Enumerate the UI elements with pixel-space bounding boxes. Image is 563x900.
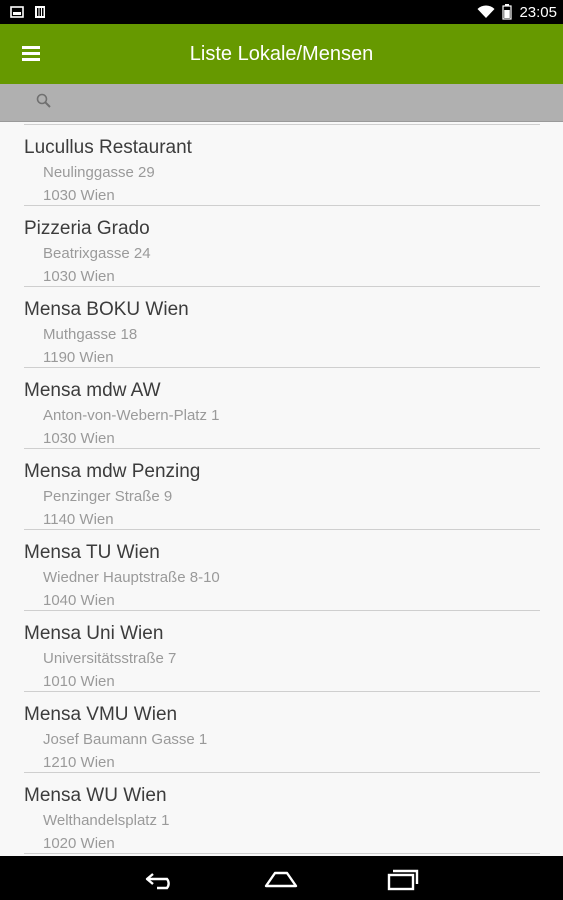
restaurant-name: Pizzeria Grado (24, 218, 150, 239)
list-item[interactable]: Mensa mdw Penzing Penzinger Straße 9 114… (0, 449, 563, 530)
navigation-bar (0, 856, 563, 900)
restaurant-street: Welthandelsplatz 1 (43, 812, 170, 829)
list-container: Lucullus Restaurant Neulinggasse 29 1030… (0, 125, 563, 854)
restaurant-street: Wiedner Hauptstraße 8-10 (43, 569, 220, 586)
restaurant-street: Muthgasse 18 (43, 326, 138, 343)
screenshot-icon (10, 6, 24, 18)
restaurant-list: Lucullus Restaurant Neulinggasse 29 1030… (0, 122, 563, 856)
restaurant-name: Mensa mdw AW (24, 380, 161, 401)
search-bar (0, 84, 563, 122)
restaurant-city: 1210 Wien (43, 754, 115, 771)
restaurant-name: Mensa TU Wien (24, 542, 160, 563)
restaurant-name: Mensa mdw Penzing (24, 461, 201, 482)
restaurant-city: 1010 Wien (43, 673, 115, 690)
list-item[interactable]: Mensa Uni Wien Universitätsstraße 7 1010… (0, 611, 563, 692)
restaurant-name: Mensa BOKU Wien (24, 299, 189, 320)
restaurant-name: Mensa VMU Wien (24, 704, 178, 725)
divider (24, 853, 540, 854)
restaurant-street: Beatrixgasse 24 (43, 245, 151, 262)
restaurant-city: 1030 Wien (43, 430, 115, 447)
restaurant-name: Mensa WU Wien (24, 785, 167, 806)
restaurant-city: 1020 Wien (43, 835, 115, 852)
status-bar: 23:05 (0, 0, 563, 24)
status-time: 23:05 (519, 3, 557, 21)
page-title: Liste Lokale/Mensen (189, 43, 374, 65)
search-input[interactable] (60, 88, 540, 118)
restaurant-city: 1190 Wien (43, 349, 114, 366)
list-item[interactable]: Mensa WU Wien Welthandelsplatz 1 1020 Wi… (0, 773, 563, 854)
wifi-icon (477, 5, 495, 18)
list-item[interactable]: Mensa mdw AW Anton-von-Webern-Platz 1 10… (0, 368, 563, 449)
restaurant-name: Lucullus Restaurant (24, 137, 192, 158)
restaurant-city: 1030 Wien (43, 268, 115, 285)
sim-card-icon (35, 6, 45, 18)
restaurant-street: Neulinggasse 29 (43, 164, 155, 181)
home-icon[interactable] (263, 866, 299, 892)
back-icon[interactable] (143, 866, 179, 892)
list-item[interactable]: Pizzeria Grado Beatrixgasse 24 1030 Wien (0, 206, 563, 287)
list-item[interactable]: Mensa VMU Wien Josef Baumann Gasse 1 121… (0, 692, 563, 773)
restaurant-street: Josef Baumann Gasse 1 (43, 731, 208, 748)
recent-apps-icon[interactable] (384, 866, 420, 892)
list-item[interactable]: Mensa BOKU Wien Muthgasse 18 1190 Wien (0, 287, 563, 368)
action-bar: Liste Lokale/Mensen (0, 24, 563, 84)
battery-icon (502, 4, 513, 20)
search-icon (36, 93, 51, 108)
restaurant-street: Penzinger Straße 9 (43, 488, 173, 505)
restaurant-name: Mensa Uni Wien (24, 623, 164, 644)
restaurant-city: 1140 Wien (43, 511, 114, 528)
hamburger-menu-icon[interactable] (22, 44, 46, 64)
restaurant-city: 1030 Wien (43, 187, 115, 204)
restaurant-city: 1040 Wien (43, 592, 115, 609)
list-item[interactable]: Mensa TU Wien Wiedner Hauptstraße 8-10 1… (0, 530, 563, 611)
restaurant-street: Universitätsstraße 7 (43, 650, 177, 667)
restaurant-street: Anton-von-Webern-Platz 1 (43, 407, 220, 424)
list-item[interactable]: Lucullus Restaurant Neulinggasse 29 1030… (0, 125, 563, 206)
